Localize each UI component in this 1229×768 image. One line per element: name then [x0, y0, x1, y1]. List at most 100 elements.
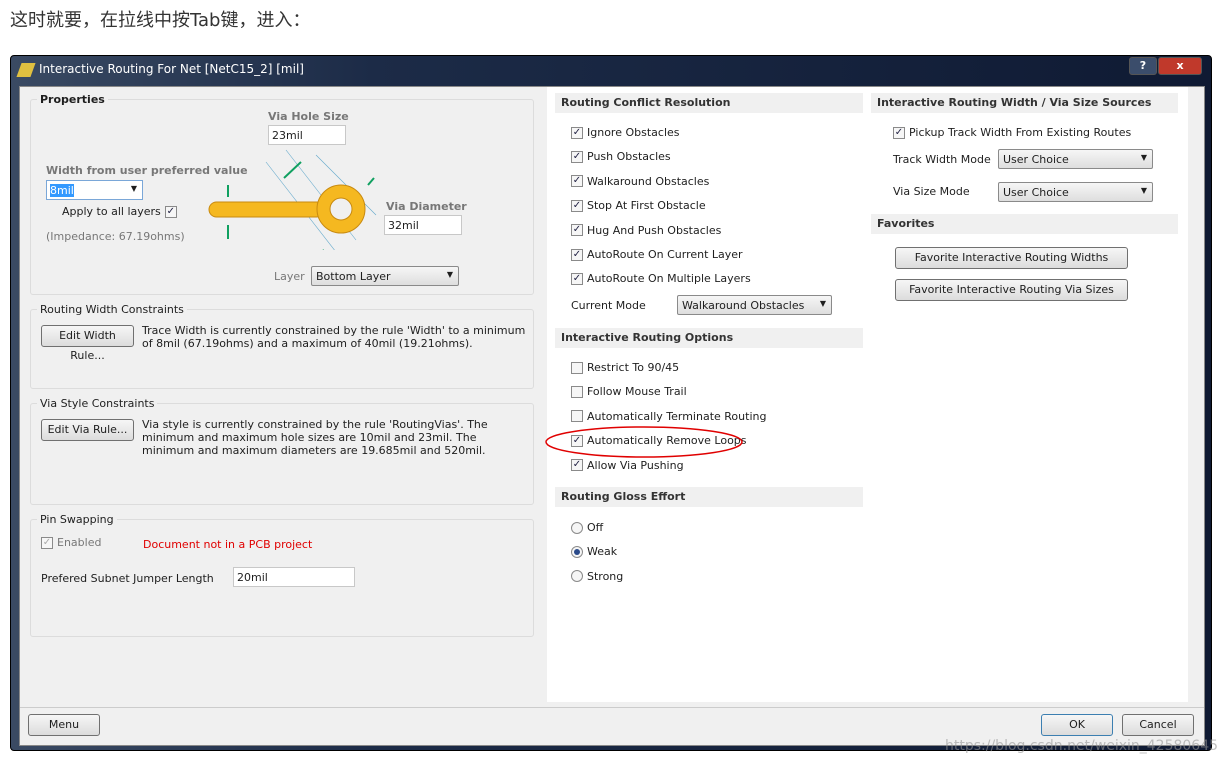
check-icon: ✓ [164, 205, 177, 218]
conflict-checkbox[interactable]: ✓ AutoRoute On Current Layer [571, 248, 743, 261]
width-constraints-group: Routing Width Constraints Edit Width Rul… [30, 303, 534, 389]
via-constraints-group: Via Style Constraints Edit Via Rule... V… [30, 397, 534, 505]
check-icon: ✓ [571, 272, 583, 285]
check-icon: ✓ [571, 175, 583, 188]
option-label: Restrict To 90/45 [587, 361, 680, 374]
via-diameter-label: Via Diameter [386, 200, 467, 213]
options-section-title: Interactive Routing Options [555, 328, 863, 348]
option-label: AutoRoute On Current Layer [587, 248, 743, 261]
track-width-mode-select[interactable]: User Choice [998, 149, 1153, 169]
cancel-button[interactable]: Cancel [1122, 714, 1194, 736]
option-label: Stop At First Obstacle [587, 199, 706, 213]
ok-button[interactable]: OK [1041, 714, 1113, 736]
option-checkbox[interactable]: Restrict To 90/45 [571, 361, 679, 374]
option-label: Weak [587, 545, 618, 559]
option-checkbox[interactable]: Automatically Terminate Routing [571, 410, 766, 423]
impedance-text: (Impedance: 67.19ohms) [46, 230, 185, 243]
group-title: Routing Width Constraints [37, 303, 187, 316]
gloss-radio[interactable]: Off [571, 521, 603, 534]
edit-via-rule-button[interactable]: Edit Via Rule... [41, 419, 134, 441]
middle-panel: Routing Conflict Resolution ✓ Ignore Obst… [545, 87, 863, 702]
check-icon: ✓ [571, 150, 583, 163]
jumper-length-label: Prefered Subnet Jumper Length [41, 572, 214, 585]
menu-button[interactable]: Menu [28, 714, 100, 736]
check-icon: ✓ [571, 224, 583, 237]
check-icon: ✓ [893, 126, 905, 139]
conflict-section-title: Routing Conflict Resolution [555, 93, 863, 113]
pin-swapping-group: Pin Swapping ✓ Enabled Document not in a … [30, 513, 534, 637]
footer-divider [20, 707, 1204, 708]
option-label: Hug And Push Obstacles [587, 223, 722, 237]
via-size-mode-select[interactable]: User Choice [998, 182, 1153, 202]
radio-icon [571, 545, 583, 558]
pickup-label: Pickup Track Width From Existing Routes [909, 126, 1132, 139]
check-icon: ✓ [571, 126, 583, 139]
option-label: Automatically Terminate Routing [587, 409, 767, 423]
right-panel: Interactive Routing Width / Via Size Sou… [863, 87, 1188, 702]
current-mode-label: Current Mode [571, 299, 646, 312]
watermark: https://blog.csdn.net/weixin_42580645 [945, 738, 1219, 754]
option-label: Strong [587, 569, 624, 583]
option-label: Walkaround Obstacles [587, 174, 710, 188]
help-button[interactable]: ? [1129, 57, 1157, 75]
enabled-checkbox[interactable]: ✓ Enabled [41, 536, 101, 549]
via-constraint-text: Via style is currently constrained by th… [142, 418, 488, 457]
check-icon: ✓ [571, 199, 583, 212]
properties-group: Properties Via Hole Size 23mil Width fro… [30, 93, 534, 295]
layer-select[interactable]: Bottom Layer [311, 266, 459, 286]
edit-width-rule-button[interactable]: Edit Width Rule... [41, 325, 134, 362]
conflict-checkbox[interactable]: ✓ Hug And Push Obstacles [571, 224, 721, 237]
gloss-radio[interactable]: Weak [571, 545, 617, 558]
current-mode-select[interactable]: Walkaround Obstacles [677, 295, 832, 315]
check-icon [571, 410, 583, 423]
check-icon [571, 361, 583, 374]
group-title: Pin Swapping [37, 513, 117, 526]
red-annotation-ellipse [545, 426, 743, 458]
option-label: Push Obstacles [587, 150, 671, 164]
dialog-window: Interactive Routing For Net [NetC15_2] [… [10, 55, 1212, 751]
option-label: Off [587, 521, 604, 534]
apply-all-label: Apply to all layers [62, 205, 161, 218]
gloss-section-title: Routing Gloss Effort [555, 487, 863, 507]
track-width-mode-label: Track Width Mode [893, 153, 991, 166]
apply-all-checkbox[interactable]: Apply to all layers ✓ [62, 205, 177, 218]
option-checkbox[interactable]: Follow Mouse Trail [571, 385, 687, 398]
check-icon [571, 385, 583, 398]
via-diagram [208, 149, 377, 250]
check-icon: ✓ [571, 248, 583, 261]
width-constraint-text: Trace Width is currently constrained by … [142, 324, 526, 350]
radio-icon [571, 570, 583, 583]
dialog-title: Interactive Routing For Net [NetC15_2] [… [39, 62, 304, 76]
conflict-checkbox[interactable]: ✓ Walkaround Obstacles [571, 175, 709, 188]
dialog-client: Properties Via Hole Size 23mil Width fro… [19, 86, 1205, 746]
group-title: Properties [37, 93, 108, 106]
warning-text: Document not in a PCB project [143, 538, 313, 551]
app-icon [16, 63, 36, 77]
favorite-widths-button[interactable]: Favorite Interactive Routing Widths [895, 247, 1128, 269]
close-button[interactable]: x [1158, 57, 1202, 75]
option-label: Follow Mouse Trail [587, 385, 687, 399]
width-combo[interactable]: 8mil ▼ [46, 180, 143, 200]
conflict-checkbox[interactable]: ✓ Ignore Obstacles [571, 126, 680, 139]
conflict-checkbox[interactable]: ✓ Stop At First Obstacle [571, 199, 706, 212]
via-hole-label: Via Hole Size [268, 110, 349, 123]
via-diameter-input[interactable]: 32mil [384, 215, 462, 235]
favorite-via-sizes-button[interactable]: Favorite Interactive Routing Via Sizes [895, 279, 1128, 301]
option-label: AutoRoute On Multiple Layers [587, 272, 751, 286]
jumper-length-input[interactable]: 20mil [233, 567, 355, 587]
group-title: Via Style Constraints [37, 397, 158, 410]
sources-section-title: Interactive Routing Width / Via Size Sou… [871, 93, 1178, 113]
enabled-label: Enabled [57, 536, 102, 549]
via-size-mode-label: Via Size Mode [893, 185, 970, 198]
favorites-section-title: Favorites [871, 214, 1178, 234]
pickup-checkbox[interactable]: ✓ Pickup Track Width From Existing Routes [893, 126, 1131, 139]
gloss-radio[interactable]: Strong [571, 570, 623, 583]
option-label: Ignore Obstacles [587, 126, 680, 139]
conflict-checkbox[interactable]: ✓ AutoRoute On Multiple Layers [571, 272, 751, 285]
intro-text: 这时就要，在拉线中按Tab键，进入： [10, 10, 311, 31]
conflict-checkbox[interactable]: ✓ Push Obstacles [571, 150, 671, 163]
width-value: 8mil [50, 184, 74, 197]
check-icon: ✓ [41, 536, 53, 549]
radio-icon [571, 521, 583, 534]
layer-label: Layer [274, 270, 305, 283]
